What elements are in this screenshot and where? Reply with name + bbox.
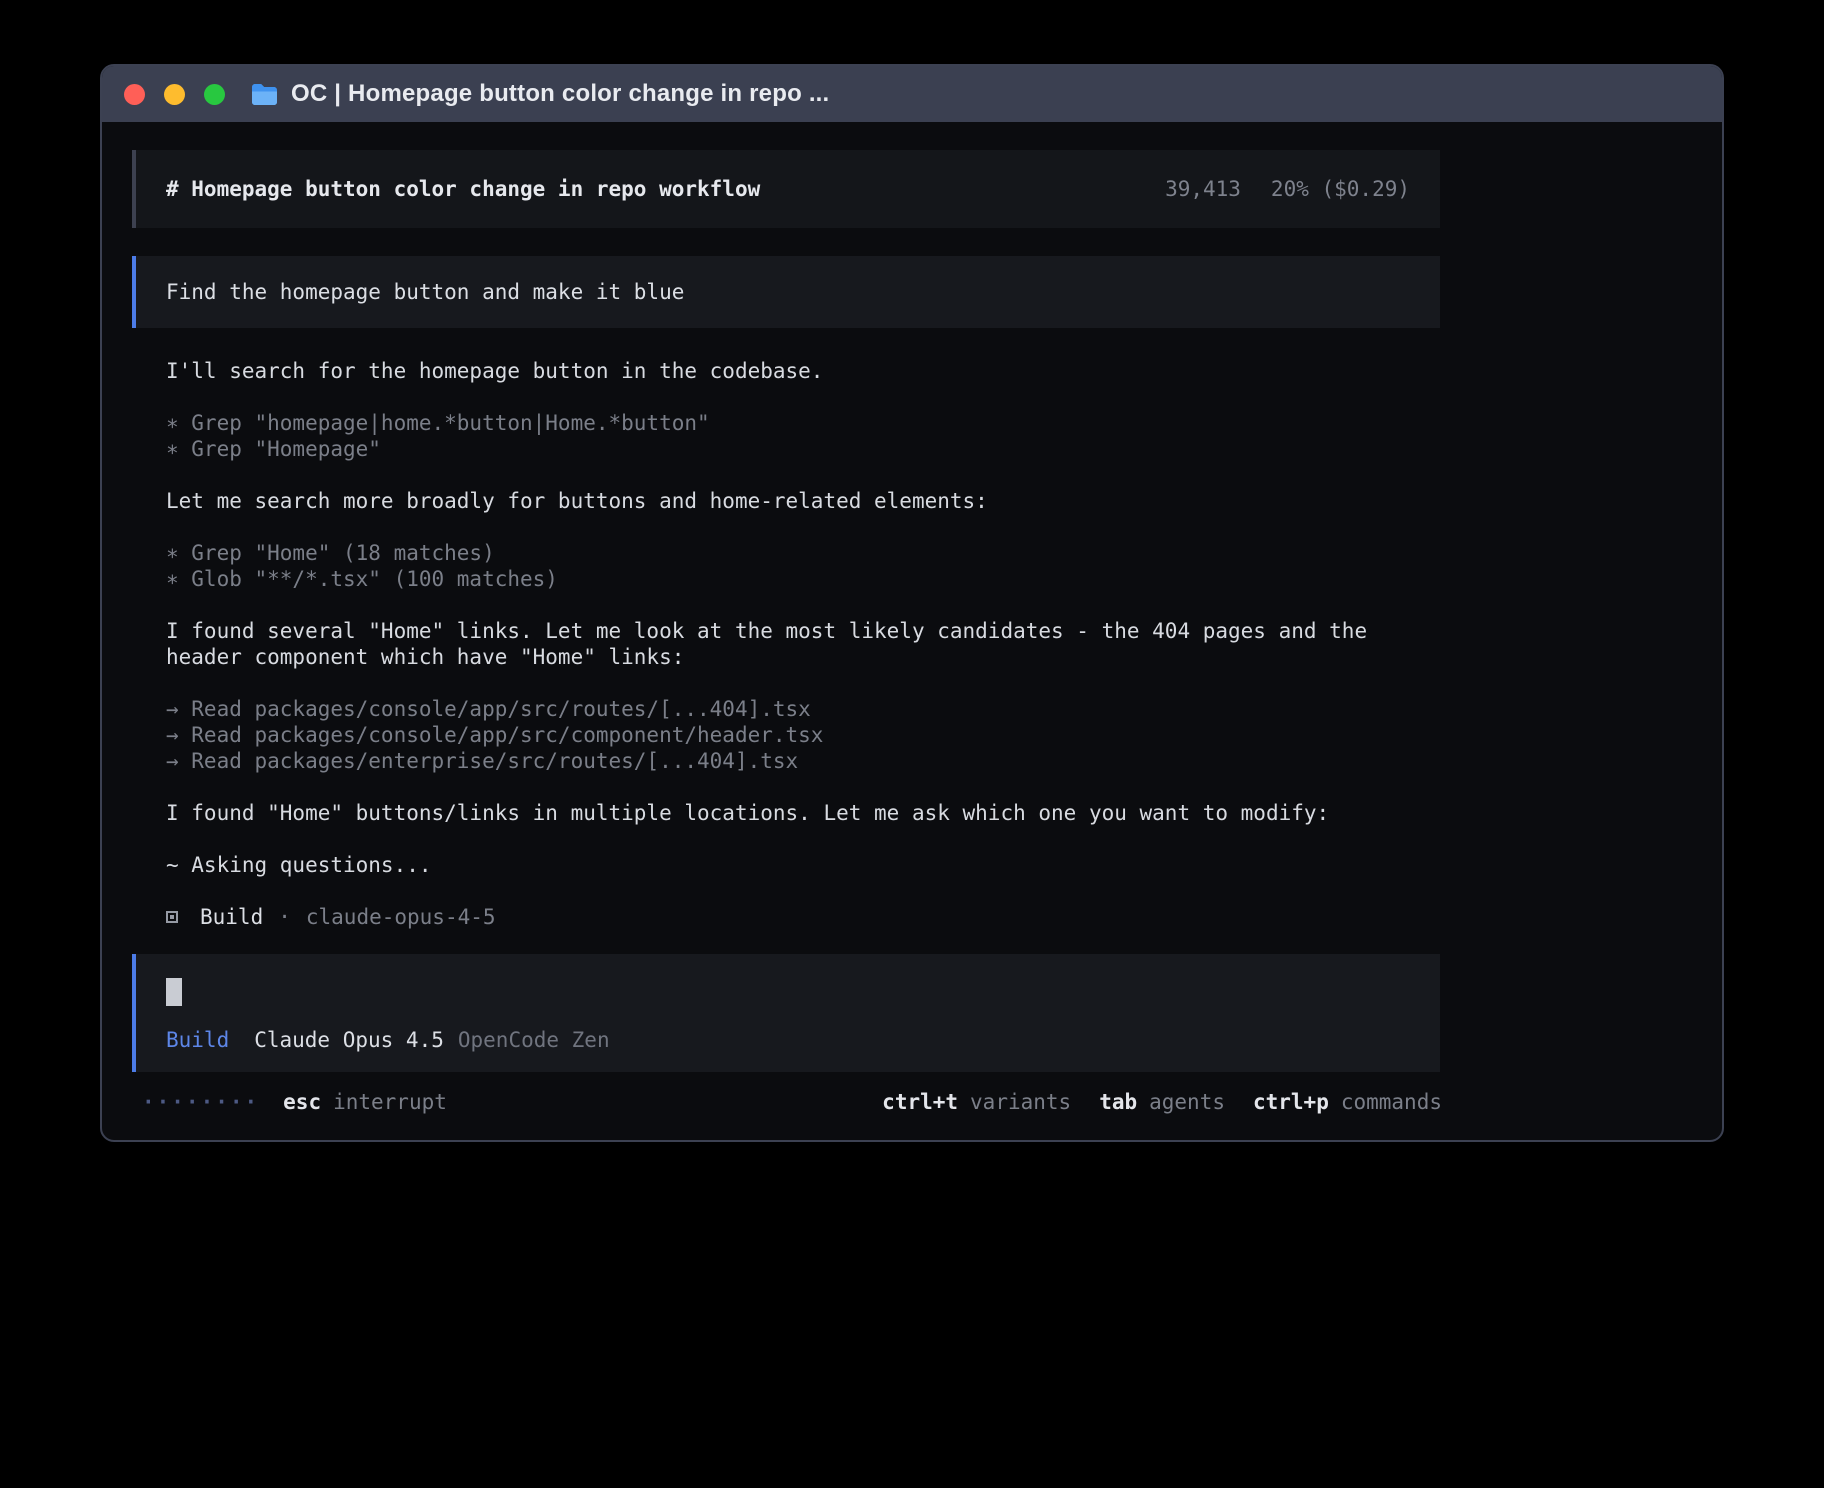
model-name: Claude Opus 4.5 xyxy=(254,1028,444,1052)
status-bar: ········ esc interrupt ctrl+t variants t… xyxy=(132,1090,1442,1114)
agent-name: Build xyxy=(200,904,263,930)
mode-indicator: Build xyxy=(166,1028,229,1052)
agent-model: claude-opus-4-5 xyxy=(306,904,496,930)
session-stats: 39,413 20% ($0.29) xyxy=(1165,177,1410,201)
traffic-lights xyxy=(124,84,225,105)
user-message: Find the homepage button and make it blu… xyxy=(132,256,1440,328)
user-message-text: Find the homepage button and make it blu… xyxy=(166,280,684,304)
shortcut-variants: ctrl+t variants xyxy=(882,1090,1071,1114)
minimize-button[interactable] xyxy=(164,84,185,105)
terminal-window: OC | Homepage button color change in rep… xyxy=(100,64,1724,1142)
transcript: I'll search for the homepage button in t… xyxy=(166,358,1442,930)
shortcut-agents: tab agents xyxy=(1099,1090,1225,1114)
shortcut-key-esc: esc xyxy=(283,1090,321,1114)
assistant-status-text: ~ Asking questions... xyxy=(166,852,1442,878)
tool-call-grep: ∗ Grep "Homepage" xyxy=(166,436,1442,462)
session-title: # Homepage button color change in repo w… xyxy=(166,177,760,201)
agent-status: Build · claude-opus-4-5 xyxy=(166,904,1442,930)
tool-call-grep: ∗ Grep "homepage|home.*button|Home.*butt… xyxy=(166,410,1442,436)
assistant-text: I found several "Home" links. Let me loo… xyxy=(166,618,1442,670)
context-usage: 20% ($0.29) xyxy=(1271,177,1410,201)
shortcut-label-interrupt: interrupt xyxy=(333,1090,447,1114)
token-count: 39,413 xyxy=(1165,177,1241,201)
tool-call-glob: ∗ Glob "**/*.tsx" (100 matches) xyxy=(166,566,1442,592)
assistant-text: I found "Home" buttons/links in multiple… xyxy=(166,800,1442,826)
agent-icon xyxy=(166,911,178,923)
zoom-button[interactable] xyxy=(204,84,225,105)
tool-call-read: → Read packages/enterprise/src/routes/[.… xyxy=(166,748,1442,774)
prompt-input[interactable]: Build Claude Opus 4.5 OpenCode Zen xyxy=(132,954,1440,1072)
close-button[interactable] xyxy=(124,84,145,105)
text-cursor xyxy=(166,978,182,1006)
session-header: # Homepage button color change in repo w… xyxy=(132,150,1440,228)
spinner-dots: ········ xyxy=(142,1090,259,1114)
titlebar[interactable]: OC | Homepage button color change in rep… xyxy=(102,66,1722,122)
provider-name: OpenCode Zen xyxy=(458,1028,610,1052)
status-bar-left: ········ esc interrupt xyxy=(142,1090,447,1114)
shortcut-commands: ctrl+p commands xyxy=(1253,1090,1442,1114)
model-line: Build Claude Opus 4.5 OpenCode Zen xyxy=(166,1028,1410,1052)
window-title: OC | Homepage button color change in rep… xyxy=(291,80,829,108)
status-bar-right: ctrl+t variants tab agents ctrl+p comman… xyxy=(882,1090,1442,1114)
tool-call-read: → Read packages/console/app/src/componen… xyxy=(166,722,1442,748)
tool-call-grep: ∗ Grep "Home" (18 matches) xyxy=(166,540,1442,566)
assistant-text: Let me search more broadly for buttons a… xyxy=(166,488,1442,514)
agent-separator: · xyxy=(278,904,291,930)
terminal-content: # Homepage button color change in repo w… xyxy=(102,122,1722,1114)
assistant-text: I'll search for the homepage button in t… xyxy=(166,358,1442,384)
tool-call-read: → Read packages/console/app/src/routes/[… xyxy=(166,696,1442,722)
folder-icon xyxy=(251,83,278,105)
